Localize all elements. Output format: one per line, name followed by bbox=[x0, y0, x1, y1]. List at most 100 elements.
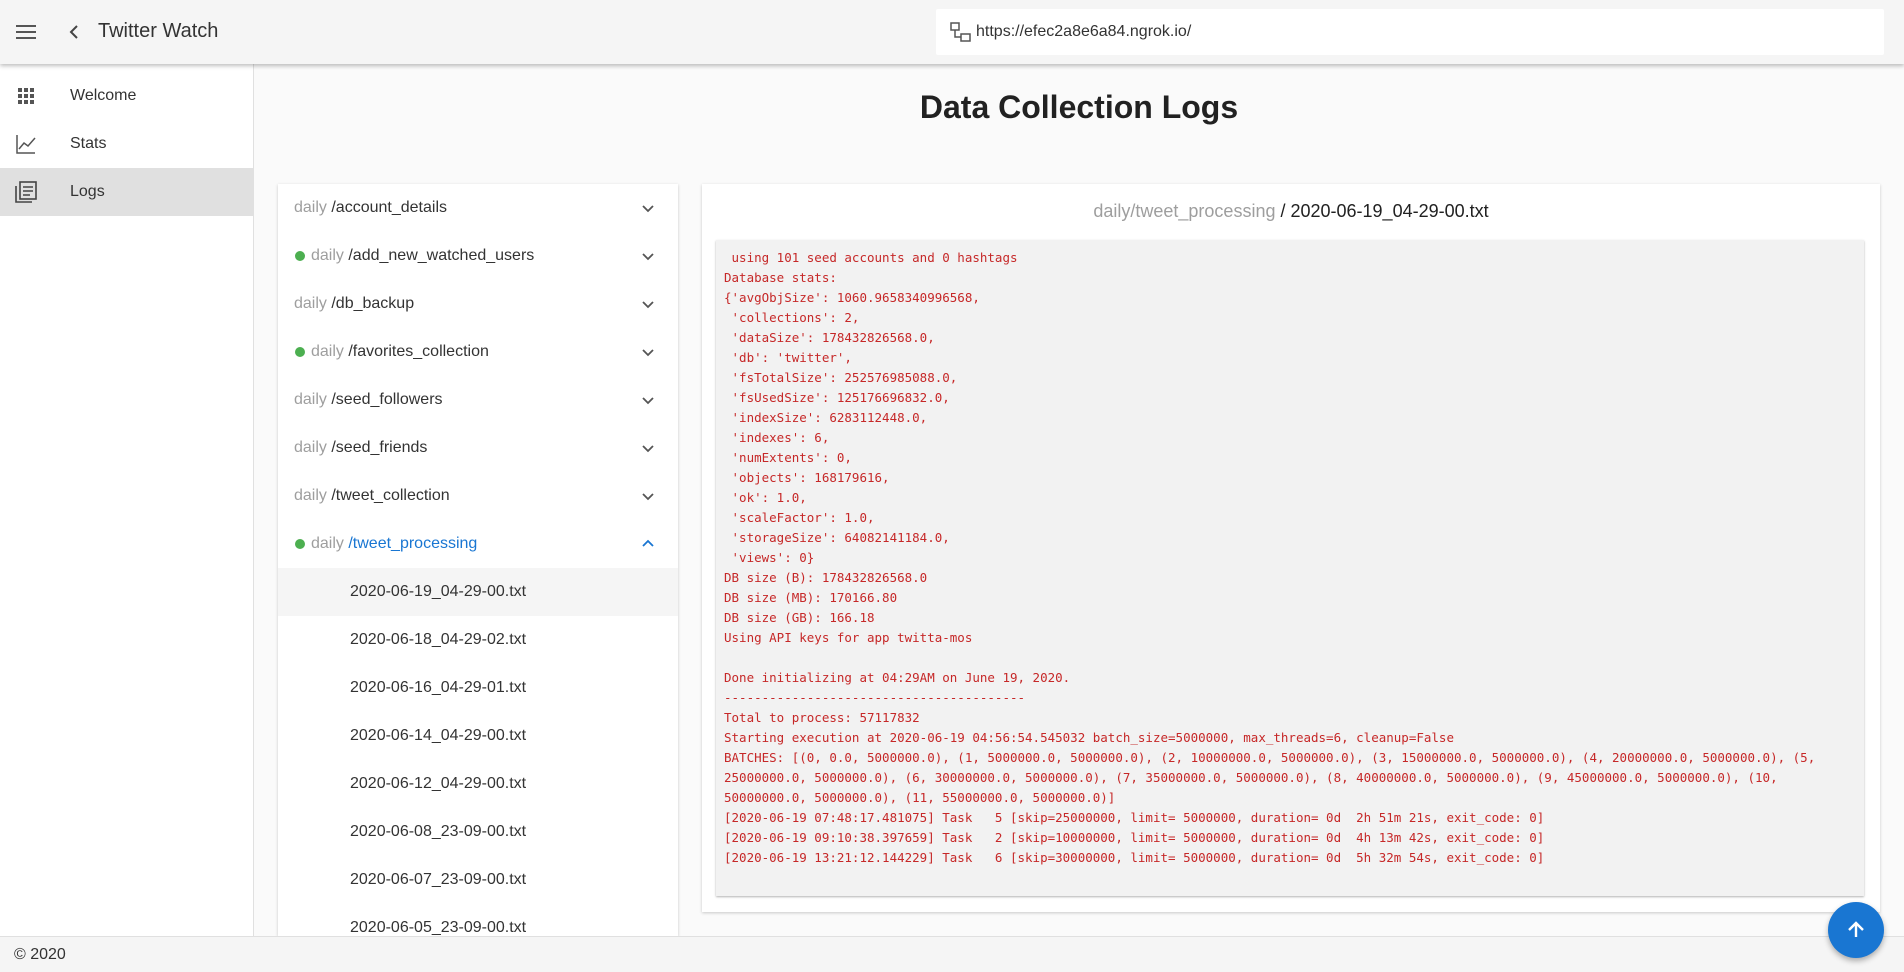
tree-category-tweet-collection[interactable]: daily /tweet_collection bbox=[278, 472, 678, 520]
network-icon bbox=[950, 22, 972, 42]
log-viewer-card: daily/tweet_processing / 2020-06-19_04-2… bbox=[702, 184, 1880, 912]
log-line: Database stats: bbox=[724, 270, 837, 285]
log-line: 'objects': 168179616, bbox=[724, 470, 890, 485]
tree-category-favorites-collection[interactable]: daily /favorites_collection bbox=[278, 328, 678, 376]
log-file-name: 2020-06-19_04-29-00.txt bbox=[350, 583, 527, 600]
grid-icon bbox=[14, 84, 38, 108]
status-dot-icon bbox=[295, 539, 305, 549]
sidebar-item-welcome[interactable]: Welcome bbox=[0, 72, 253, 120]
category-name: /tweet_collection bbox=[331, 487, 450, 504]
url-bar[interactable]: https://efec2a8e6a84.ngrok.io/ bbox=[936, 9, 1884, 55]
log-line: {'avgObjSize': 1060.9658340996568, bbox=[724, 290, 980, 305]
log-line: [2020-06-19 07:48:17.481075] Task 5 [ski… bbox=[724, 810, 1545, 825]
arrow-up-icon bbox=[1848, 921, 1864, 937]
log-line: 50000000.0, 5000000.0), (11, 55000000.0,… bbox=[724, 790, 1116, 805]
tree-category-seed-friends[interactable]: daily /seed_friends bbox=[278, 424, 678, 472]
log-tree: daily /account_details daily /add_new_wa… bbox=[278, 184, 678, 936]
log-file-item[interactable]: 2020-06-08_23-09-00.txt bbox=[278, 808, 678, 856]
log-line: 25000000.0, 5000000.0), (6, 30000000.0, … bbox=[724, 770, 1778, 785]
log-file-name: 2020-06-07_23-09-00.txt bbox=[350, 871, 527, 888]
log-line: Using API keys for app twitta-mos bbox=[724, 630, 973, 645]
menu-icon[interactable] bbox=[12, 18, 40, 46]
chevron-down-icon bbox=[642, 397, 654, 405]
url-text: https://efec2a8e6a84.ngrok.io/ bbox=[976, 23, 1192, 40]
category-prefix: daily bbox=[294, 439, 327, 456]
log-line: 'numExtents': 0, bbox=[724, 450, 852, 465]
category-name: /favorites_collection bbox=[348, 343, 489, 360]
log-file-name: 2020-06-14_04-29-00.txt bbox=[350, 727, 527, 744]
chevron-down-icon bbox=[642, 301, 654, 309]
sidebar-item-logs[interactable]: Logs bbox=[0, 168, 253, 216]
log-file-item[interactable]: 2020-06-18_04-29-02.txt bbox=[278, 616, 678, 664]
footer: © 2020 bbox=[0, 936, 1904, 972]
chevron-up-icon bbox=[642, 539, 654, 547]
log-line: using 101 seed accounts and 0 hashtags bbox=[724, 250, 1018, 265]
log-line: 'db': 'twitter', bbox=[724, 350, 852, 365]
chevron-down-icon bbox=[642, 445, 654, 453]
log-line: DB size (B): 178432826568.0 bbox=[724, 570, 928, 585]
category-prefix: daily bbox=[294, 487, 327, 504]
log-file-name: 2020-06-12_04-29-00.txt bbox=[350, 775, 527, 792]
page-title: Data Collection Logs bbox=[919, 89, 1239, 125]
scroll-to-top-button[interactable] bbox=[1828, 902, 1884, 958]
log-file-item[interactable]: 2020-06-05_23-09-00.txt bbox=[278, 904, 678, 936]
log-file-name: 2020-06-16_04-29-01.txt bbox=[350, 679, 527, 696]
sidebar-item-label: Stats bbox=[70, 135, 107, 152]
category-name: /seed_followers bbox=[331, 391, 443, 408]
log-line: Total to process: 57117832 bbox=[724, 710, 920, 725]
log-line: DB size (GB): 166.18 bbox=[724, 610, 875, 625]
log-line: Done initializing at 04:29AM on June 19,… bbox=[724, 670, 1071, 685]
sidebar-item-label: Logs bbox=[70, 183, 105, 200]
tree-category-seed-followers[interactable]: daily /seed_followers bbox=[278, 376, 678, 424]
log-file-name: 2020-06-05_23-09-00.txt bbox=[350, 919, 527, 936]
log-line: 'storageSize': 64082141184.0, bbox=[724, 530, 950, 545]
category-name: /tweet_processing bbox=[348, 535, 478, 552]
category-name: /account_details bbox=[331, 199, 447, 216]
log-file-name: 2020-06-08_23-09-00.txt bbox=[350, 823, 527, 840]
log-line: 'fsTotalSize': 252576985088.0, bbox=[724, 370, 958, 385]
log-line: [2020-06-19 13:21:12.144229] Task 6 [ski… bbox=[724, 850, 1545, 865]
sidebar-item-label: Welcome bbox=[70, 87, 137, 104]
back-arrow-icon[interactable] bbox=[62, 18, 86, 46]
log-line: 'indexSize': 6283112448.0, bbox=[724, 410, 928, 425]
log-path-prefix: daily/tweet_processing bbox=[1093, 201, 1276, 221]
line-chart-icon bbox=[14, 132, 38, 156]
log-line: 'collections': 2, bbox=[724, 310, 860, 325]
log-path-separator: / bbox=[1275, 201, 1291, 221]
tree-category-add-new-watched-users[interactable]: daily /add_new_watched_users bbox=[278, 232, 678, 280]
category-prefix: daily bbox=[294, 295, 327, 312]
log-line: 'fsUsedSize': 125176696832.0, bbox=[724, 390, 950, 405]
log-line: DB size (MB): 170166.80 bbox=[724, 590, 898, 605]
category-prefix: daily bbox=[311, 247, 344, 264]
log-file-item[interactable]: 2020-06-14_04-29-00.txt bbox=[278, 712, 678, 760]
log-file-item[interactable]: 2020-06-07_23-09-00.txt bbox=[278, 856, 678, 904]
category-prefix: daily bbox=[294, 391, 327, 408]
log-file-title: 2020-06-19_04-29-00.txt bbox=[1290, 201, 1489, 221]
log-line: 'scaleFactor': 1.0, bbox=[724, 510, 875, 525]
log-output[interactable]: using 101 seed accounts and 0 hashtags Da… bbox=[716, 240, 1864, 896]
chevron-down-icon bbox=[642, 205, 654, 213]
log-line: 'ok': 1.0, bbox=[724, 490, 807, 505]
copyright-text: © 2020 bbox=[14, 946, 66, 963]
chevron-down-icon bbox=[642, 253, 654, 261]
chevron-down-icon bbox=[642, 493, 654, 501]
category-prefix: daily bbox=[311, 535, 344, 552]
tree-category-account-details[interactable]: daily /account_details bbox=[278, 184, 678, 232]
log-line: 'dataSize': 178432826568.0, bbox=[724, 330, 935, 345]
tree-category-tweet-processing[interactable]: daily /tweet_processing bbox=[278, 520, 678, 568]
sidebar-item-stats[interactable]: Stats bbox=[0, 120, 253, 168]
status-dot-icon bbox=[295, 251, 305, 261]
sidebar: Welcome Stats Logs bbox=[0, 64, 254, 936]
log-line: ---------------------------------------- bbox=[724, 690, 1026, 705]
log-file-item[interactable]: 2020-06-16_04-29-01.txt bbox=[278, 664, 678, 712]
log-file-item[interactable]: 2020-06-19_04-29-00.txt bbox=[278, 568, 678, 616]
log-line: [2020-06-19 09:10:38.397659] Task 2 [ski… bbox=[724, 830, 1545, 845]
app-toolbar: Twitter Watch https://efec2a8e6a84.ngrok… bbox=[0, 0, 1904, 64]
log-file-name: 2020-06-18_04-29-02.txt bbox=[350, 631, 527, 648]
main-content: Data Collection Logs daily /account_deta… bbox=[254, 64, 1904, 936]
log-file-item[interactable]: 2020-06-12_04-29-00.txt bbox=[278, 760, 678, 808]
app-title: Twitter Watch bbox=[98, 20, 219, 42]
log-title: daily/tweet_processing / 2020-06-19_04-2… bbox=[702, 201, 1880, 222]
tree-category-db-backup[interactable]: daily /db_backup bbox=[278, 280, 678, 328]
